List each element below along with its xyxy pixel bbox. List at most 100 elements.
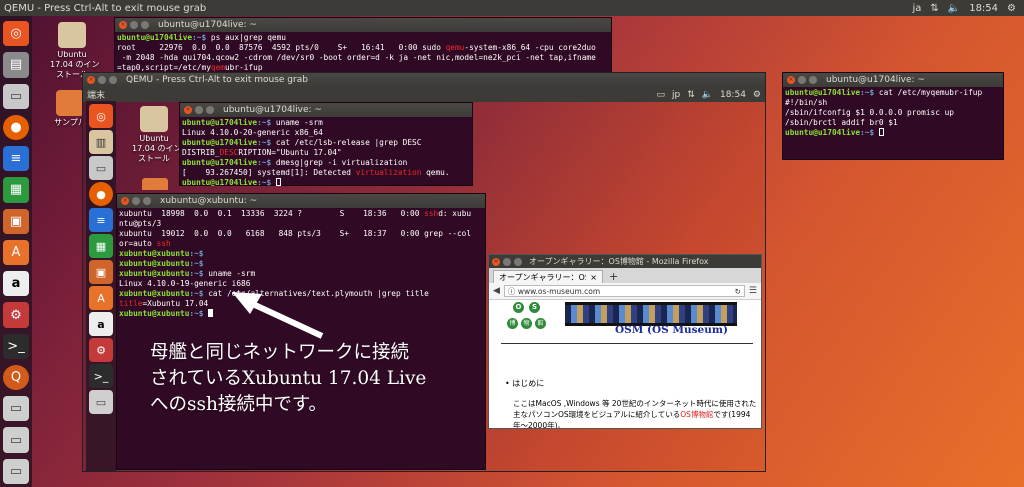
writer-icon[interactable]: ≡ xyxy=(3,146,29,172)
minimize-icon[interactable] xyxy=(98,76,106,84)
terminal-output[interactable]: ubuntu@u1704live:~$ cat /etc/myqemubr-if… xyxy=(783,87,1003,139)
qemu-title: QEMU - Press Ctrl-Alt to exit mouse grab xyxy=(126,75,308,85)
close-icon[interactable]: × xyxy=(87,76,95,84)
software-center-icon[interactable]: A xyxy=(89,286,113,310)
impress-icon[interactable]: ▣ xyxy=(89,260,113,284)
firefox-icon[interactable]: ● xyxy=(3,114,29,141)
prompt-path: :~$ xyxy=(189,309,209,318)
gear-icon[interactable]: ⚙ xyxy=(753,90,761,100)
maximize-icon[interactable] xyxy=(514,257,522,266)
terminal-output[interactable]: ubuntu@u1704live:~$ ps aux|grep qemu roo… xyxy=(115,32,611,74)
menu-icon[interactable]: ☰ xyxy=(749,286,757,296)
prompt-path: :~$ xyxy=(192,33,211,42)
terminal-icon[interactable]: >_ xyxy=(3,333,29,359)
output-line: #!/bin/sh xyxy=(785,98,828,107)
maximize-icon[interactable] xyxy=(143,197,151,205)
drive-icon[interactable]: ▭ xyxy=(3,458,29,484)
close-icon[interactable]: × xyxy=(119,21,127,29)
terminal-icon[interactable]: >_ xyxy=(89,364,113,388)
minimize-icon[interactable] xyxy=(195,106,203,114)
new-tab-button[interactable]: + xyxy=(609,270,618,283)
guest-desktop-icon-installer[interactable]: Ubuntu 17.04 のイン ストール xyxy=(132,106,181,164)
right-terminal-window[interactable]: × ubuntu@u1704live: ~ ubuntu@u1704live:~… xyxy=(782,72,1004,160)
gear-icon[interactable]: ⚙ xyxy=(1007,3,1016,14)
close-icon[interactable]: × xyxy=(492,257,500,266)
reload-icon[interactable]: ↻ xyxy=(735,286,741,296)
keyboard-indicator[interactable]: ja xyxy=(912,3,921,14)
minimize-icon[interactable] xyxy=(132,197,140,205)
close-icon[interactable]: × xyxy=(121,197,129,205)
drive-icon[interactable]: ▭ xyxy=(3,427,29,453)
output-line: /sbin/ifconfig $1 0.0.0.0 promisc up xyxy=(785,108,954,117)
osm-logo[interactable]: O S 博 物 館 xyxy=(507,302,549,334)
settings-icon[interactable]: ⚙ xyxy=(3,302,29,328)
xubuntu-terminal-window[interactable]: × xubuntu@xubuntu: ~ xubuntu 18998 0.0 0… xyxy=(116,193,486,470)
amazon-icon[interactable]: a xyxy=(89,312,113,336)
volume-icon[interactable]: 🔈 xyxy=(702,90,713,100)
window-title: QEMU - Press Ctrl-Alt to exit mouse grab xyxy=(4,2,207,14)
guest-terminal-window[interactable]: × ubuntu@u1704live: ~ ubuntu@u1704live:~… xyxy=(179,102,473,189)
installer-icon[interactable]: ▥ xyxy=(89,130,113,154)
minimize-icon[interactable] xyxy=(130,21,138,29)
maximize-icon[interactable] xyxy=(809,76,817,84)
software-center-icon[interactable]: A xyxy=(3,239,29,266)
amazon-icon[interactable]: a xyxy=(3,271,29,297)
command: cat /etc/alternatives/text.plymouth |gre… xyxy=(208,289,429,298)
indicators[interactable]: ja ⇅ 🔈 18:54 ⚙ xyxy=(912,3,1024,14)
files-icon[interactable]: ▤ xyxy=(3,52,29,78)
drive-icon[interactable]: ▭ xyxy=(89,390,113,414)
ubuntu-logo-icon[interactable]: ◎ xyxy=(3,21,29,47)
firefox-window[interactable]: × オープンギャラリー：OS博物館 - Mozilla Firefox オープン… xyxy=(488,254,762,429)
impress-icon[interactable]: ▣ xyxy=(3,208,29,234)
output-line: RIPTION="Ubuntu 17.04" xyxy=(238,148,342,157)
maximize-icon[interactable] xyxy=(141,21,149,29)
close-icon[interactable]: × xyxy=(184,106,192,114)
maximize-icon[interactable] xyxy=(109,76,117,84)
close-icon[interactable]: × xyxy=(787,76,795,84)
terminal-output[interactable]: ubuntu@u1704live:~$ uname -srm Linux 4.1… xyxy=(180,117,472,189)
logo-kanji: 館 xyxy=(535,318,546,329)
clock[interactable]: 18:54 xyxy=(969,3,998,14)
ubuntu-logo-icon[interactable]: ◎ xyxy=(89,104,113,128)
firefox-titlebar[interactable]: × オープンギャラリー：OS博物館 - Mozilla Firefox xyxy=(489,255,761,268)
minimize-icon[interactable] xyxy=(503,257,511,266)
host-terminal-window[interactable]: × ubuntu@u1704live: ~ ubuntu@u1704live:~… xyxy=(114,17,612,75)
logo-letter: O xyxy=(513,302,524,313)
para-link[interactable]: OS博物館 xyxy=(680,410,713,419)
output-line: -m 2048 -hda qui704.qcow2 -cdrom /dev/sr… xyxy=(117,53,596,62)
calc-icon[interactable]: ▦ xyxy=(89,234,113,258)
list-item[interactable]: • はじめに xyxy=(505,378,544,389)
settings-icon[interactable]: ⚙ xyxy=(89,338,113,362)
close-icon[interactable]: × xyxy=(590,273,597,282)
back-icon[interactable]: ◀ xyxy=(493,286,500,296)
titlebar[interactable]: × ubuntu@u1704live: ~ xyxy=(115,18,611,32)
minimize-icon[interactable] xyxy=(798,76,806,84)
monitor-icon[interactable]: ▭ xyxy=(656,90,665,100)
calc-icon[interactable]: ▦ xyxy=(3,177,29,203)
firefox-icon[interactable]: ● xyxy=(89,182,113,206)
prompt-user: ubuntu@u1704live xyxy=(785,88,861,97)
clock[interactable]: 18:54 xyxy=(720,90,746,100)
network-icon[interactable]: ⇅ xyxy=(930,3,938,14)
output-line: xubuntu 18998 0.0 0.1 13336 3224 ? S 18:… xyxy=(119,209,425,218)
drive-icon[interactable]: ▭ xyxy=(3,396,29,422)
drive-icon[interactable]: ▭ xyxy=(3,83,29,109)
folder-icon[interactable] xyxy=(142,178,168,190)
network-icon[interactable]: ⇅ xyxy=(687,90,695,100)
writer-icon[interactable]: ≡ xyxy=(89,208,113,232)
titlebar[interactable]: × xubuntu@xubuntu: ~ xyxy=(117,194,485,208)
titlebar[interactable]: × ubuntu@u1704live: ~ xyxy=(180,103,472,117)
tab-os-museum[interactable]: オープンギャラリー：OS博物館 × xyxy=(493,270,603,283)
drive-icon[interactable]: ▭ xyxy=(89,156,113,180)
qemu-titlebar[interactable]: × QEMU - Press Ctrl-Alt to exit mouse gr… xyxy=(83,73,765,87)
list-item-label: はじめに xyxy=(512,379,545,388)
terminal-output[interactable]: xubuntu 18998 0.0 0.1 13336 3224 ? S 18:… xyxy=(117,208,485,320)
titlebar[interactable]: × ubuntu@u1704live: ~ xyxy=(783,73,1003,87)
maximize-icon[interactable] xyxy=(206,106,214,114)
volume-icon[interactable]: 🔈 xyxy=(948,3,960,14)
guest-app-label: 端末 xyxy=(87,91,106,101)
keyboard-indicator[interactable]: jp xyxy=(672,90,680,100)
qemu-icon[interactable]: Q xyxy=(3,364,29,391)
url-bar[interactable]: ⓘ www.os-museum.com ↻ xyxy=(503,285,745,297)
terminal-title: ubuntu@u1704live: ~ xyxy=(223,105,322,115)
